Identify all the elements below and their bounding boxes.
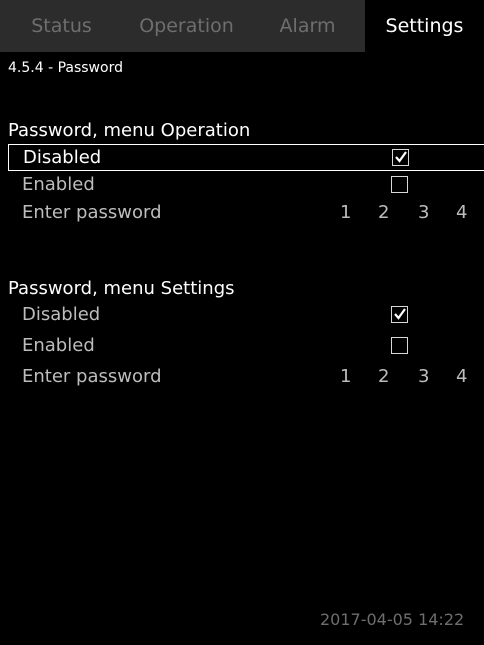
password-digit[interactable]: 3 [418,366,429,387]
option-operation-enabled[interactable]: Enabled [8,172,484,199]
empty-checkbox-icon[interactable] [391,176,408,193]
tab-status-label: Status [31,15,92,37]
option-label: Disabled [22,304,101,325]
tab-settings-label: Settings [385,15,464,37]
checkmark-icon[interactable] [392,149,409,166]
option-settings-disabled[interactable]: Disabled [8,302,484,329]
option-label: Disabled [23,147,102,168]
password-digit[interactable]: 1 [340,366,351,387]
breadcrumb: 4.5.4 - Password [8,60,123,76]
section-title-settings: Password, menu Settings [8,278,235,299]
password-digit[interactable]: 3 [418,202,429,223]
enter-password-label: Enter password [22,202,162,223]
section-title-operation: Password, menu Operation [8,120,251,141]
empty-checkbox-icon[interactable] [391,337,408,354]
option-settings-enabled[interactable]: Enabled [8,333,484,360]
password-digit[interactable]: 2 [378,202,389,223]
password-digit[interactable]: 4 [456,202,467,223]
password-digit[interactable]: 1 [340,202,351,223]
tab-alarm-label: Alarm [279,15,336,37]
tab-operation-label: Operation [139,15,234,37]
tab-status[interactable]: Status [0,0,123,52]
tab-settings[interactable]: Settings [365,0,484,52]
enter-password-label: Enter password [22,366,162,387]
option-operation-disabled[interactable]: Disabled [8,144,484,171]
option-label: Enabled [22,174,95,195]
tab-alarm[interactable]: Alarm [250,0,365,52]
option-label: Enabled [22,335,95,356]
checkmark-icon[interactable] [391,306,408,323]
tab-operation[interactable]: Operation [123,0,250,52]
password-digit[interactable]: 2 [378,366,389,387]
password-digit[interactable]: 4 [456,366,467,387]
enter-password-operation[interactable]: Enter password 1 2 3 4 [8,200,484,227]
tab-bar: Status Operation Alarm Settings [0,0,484,52]
enter-password-settings[interactable]: Enter password 1 2 3 4 [8,364,484,391]
footer-datetime: 2017-04-05 14:22 [320,610,465,629]
